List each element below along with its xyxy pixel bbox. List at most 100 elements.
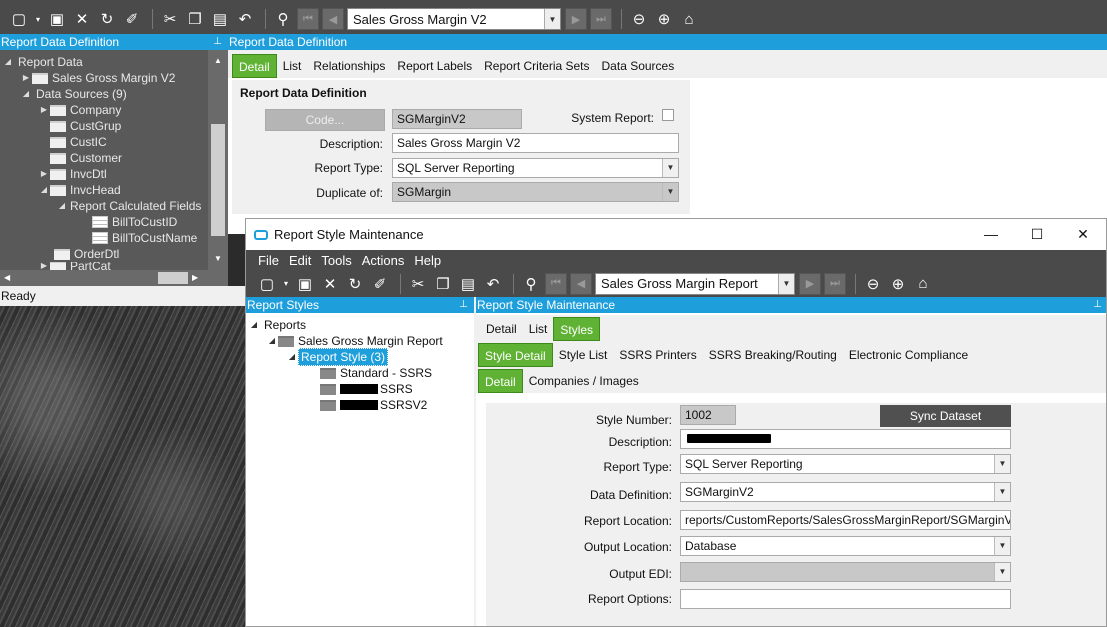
tab-report-labels[interactable]: Report Labels: [391, 54, 478, 78]
collapse-icon[interactable]: ◢: [248, 317, 260, 333]
search-binoculars-icon[interactable]: ⚲: [272, 8, 294, 30]
menu-edit[interactable]: Edit: [289, 253, 311, 268]
new-dropdown-icon[interactable]: ▾: [33, 8, 43, 30]
tab-list[interactable]: List: [277, 54, 308, 78]
paste-icon[interactable]: ▤: [457, 273, 479, 295]
system-report-checkbox[interactable]: [662, 109, 674, 121]
output-edi-select[interactable]: ▼: [680, 562, 1011, 582]
scroll-up-icon[interactable]: ▲: [208, 54, 228, 68]
tab-style-list[interactable]: Style List: [553, 343, 614, 367]
tree-node-ssrsv2[interactable]: SSRSV2: [320, 397, 427, 413]
tree-node-report-data[interactable]: ◢ Report Data: [2, 54, 83, 70]
tab-report-criteria-sets[interactable]: Report Criteria Sets: [478, 54, 595, 78]
report-location-field[interactable]: reports/CustomReports/SalesGrossMarginRe…: [680, 510, 1011, 530]
code-field[interactable]: SGMarginV2: [392, 109, 522, 129]
report-options-field[interactable]: [680, 589, 1011, 609]
tab-style-detail[interactable]: Style Detail: [478, 343, 553, 367]
expand-icon[interactable]: ▶: [38, 102, 50, 118]
record-selector[interactable]: Sales Gross Margin Report ▼: [595, 272, 795, 295]
tree-node-sales-gross-margin[interactable]: ▶ Sales Gross Margin V2: [20, 70, 175, 86]
pin-icon[interactable]: ⊥: [459, 297, 468, 313]
report-type-select[interactable]: SQL Server Reporting ▼: [392, 158, 679, 178]
delete-icon[interactable]: ✕: [71, 8, 93, 30]
clear-icon[interactable]: ✐: [121, 8, 143, 30]
menu-actions[interactable]: Actions: [362, 253, 405, 268]
forward-icon[interactable]: ⊕: [887, 273, 909, 295]
undo-icon[interactable]: ↶: [482, 273, 504, 295]
vertical-scrollbar[interactable]: ▲ ▼: [208, 50, 228, 286]
tab-ssrs-breaking-routing[interactable]: SSRS Breaking/Routing: [703, 343, 843, 367]
first-record-icon[interactable]: ⏮: [545, 272, 567, 295]
tab-detail[interactable]: Detail: [478, 369, 523, 393]
tab-detail[interactable]: Detail: [480, 317, 523, 341]
search-binoculars-icon[interactable]: ⚲: [520, 273, 542, 295]
copy-icon[interactable]: ❐: [184, 8, 206, 30]
pin-icon[interactable]: ⊥: [1093, 297, 1102, 313]
data-definition-select[interactable]: SGMarginV2 ▼: [680, 482, 1011, 502]
report-type-select[interactable]: SQL Server Reporting ▼: [680, 454, 1011, 474]
cut-icon[interactable]: ✂: [407, 273, 429, 295]
tree-node-data-sources[interactable]: ◢ Data Sources (9): [20, 86, 127, 102]
expand-icon[interactable]: ▶: [38, 166, 50, 182]
scroll-thumb[interactable]: [211, 124, 225, 236]
tree-node-invchead[interactable]: ◢ InvcHead: [38, 182, 121, 198]
code-button[interactable]: Code...: [265, 109, 385, 131]
tree-node-reports[interactable]: ◢ Reports: [248, 317, 306, 333]
collapse-icon[interactable]: ◢: [266, 333, 278, 349]
tab-relationships[interactable]: Relationships: [307, 54, 391, 78]
refresh-icon[interactable]: ↻: [344, 273, 366, 295]
expand-icon[interactable]: ▶: [38, 262, 50, 270]
tree-node-custic[interactable]: CustIC: [50, 134, 107, 150]
tree-node-billtocustid[interactable]: BillToCustID: [92, 214, 177, 230]
tab-ssrs-printers[interactable]: SSRS Printers: [613, 343, 702, 367]
tree-node-custgrup[interactable]: CustGrup: [50, 118, 121, 134]
chevron-down-icon[interactable]: ▼: [662, 159, 678, 177]
chevron-down-icon[interactable]: ▼: [544, 9, 560, 29]
pin-icon[interactable]: ⊥: [213, 34, 222, 50]
collapse-icon[interactable]: ◢: [2, 54, 14, 70]
tab-companies-images[interactable]: Companies / Images: [523, 369, 645, 393]
home-icon[interactable]: ⌂: [912, 273, 934, 295]
tree-node-report-style[interactable]: ◢ Report Style (3): [286, 348, 389, 366]
tree-node-partcat[interactable]: ▶ PartCat: [38, 262, 111, 270]
collapse-icon[interactable]: ◢: [286, 349, 298, 365]
last-record-icon[interactable]: ⏭: [590, 8, 612, 30]
close-icon[interactable]: ✕: [1060, 219, 1106, 250]
undo-icon[interactable]: ↶: [234, 8, 256, 30]
sync-dataset-button[interactable]: Sync Dataset: [880, 405, 1011, 427]
collapse-icon[interactable]: ◢: [20, 86, 32, 102]
expand-icon[interactable]: ▶: [20, 70, 32, 86]
tree-node-standard-ssrs[interactable]: Standard - SSRS: [320, 365, 432, 381]
scroll-right-icon[interactable]: ▶: [192, 270, 198, 286]
scroll-thumb[interactable]: [158, 272, 188, 284]
menu-help[interactable]: Help: [414, 253, 441, 268]
new-dropdown-icon[interactable]: ▾: [281, 273, 291, 295]
record-selector[interactable]: Sales Gross Margin V2 ▼: [347, 8, 561, 30]
tab-styles[interactable]: Styles: [553, 317, 601, 341]
save-icon[interactable]: ▣: [294, 273, 316, 295]
forward-icon[interactable]: ⊕: [653, 8, 675, 30]
back-icon[interactable]: ⊖: [628, 8, 650, 30]
next-record-icon[interactable]: ▶: [565, 8, 587, 30]
paste-icon[interactable]: ▤: [209, 8, 231, 30]
back-icon[interactable]: ⊖: [862, 273, 884, 295]
duplicate-of-select[interactable]: SGMargin ▼: [392, 182, 679, 202]
scroll-down-icon[interactable]: ▼: [208, 252, 228, 266]
collapse-icon[interactable]: ◢: [38, 182, 50, 198]
tree-node-invcdtl[interactable]: ▶ InvcDtl: [38, 166, 107, 182]
menu-tools[interactable]: Tools: [321, 253, 351, 268]
new-icon[interactable]: ▢: [8, 8, 30, 30]
scroll-left-icon[interactable]: ◀: [4, 270, 10, 286]
description-field[interactable]: Sales Gross Margin V2: [392, 133, 679, 153]
first-record-icon[interactable]: ⏮: [297, 8, 319, 30]
tree-node-report-calculated-fields[interactable]: ◢ Report Calculated Fields: [56, 198, 201, 214]
tab-detail[interactable]: Detail: [232, 54, 277, 78]
tree-node-ssrs[interactable]: SSRS: [320, 381, 413, 397]
next-record-icon[interactable]: ▶: [799, 272, 821, 295]
last-record-icon[interactable]: ⏭: [824, 272, 846, 295]
new-icon[interactable]: ▢: [256, 273, 278, 295]
save-icon[interactable]: ▣: [46, 8, 68, 30]
chevron-down-icon[interactable]: ▼: [662, 183, 678, 201]
horizontal-scrollbar[interactable]: ◀ ▶: [0, 270, 208, 286]
description-field[interactable]: [680, 429, 1011, 449]
